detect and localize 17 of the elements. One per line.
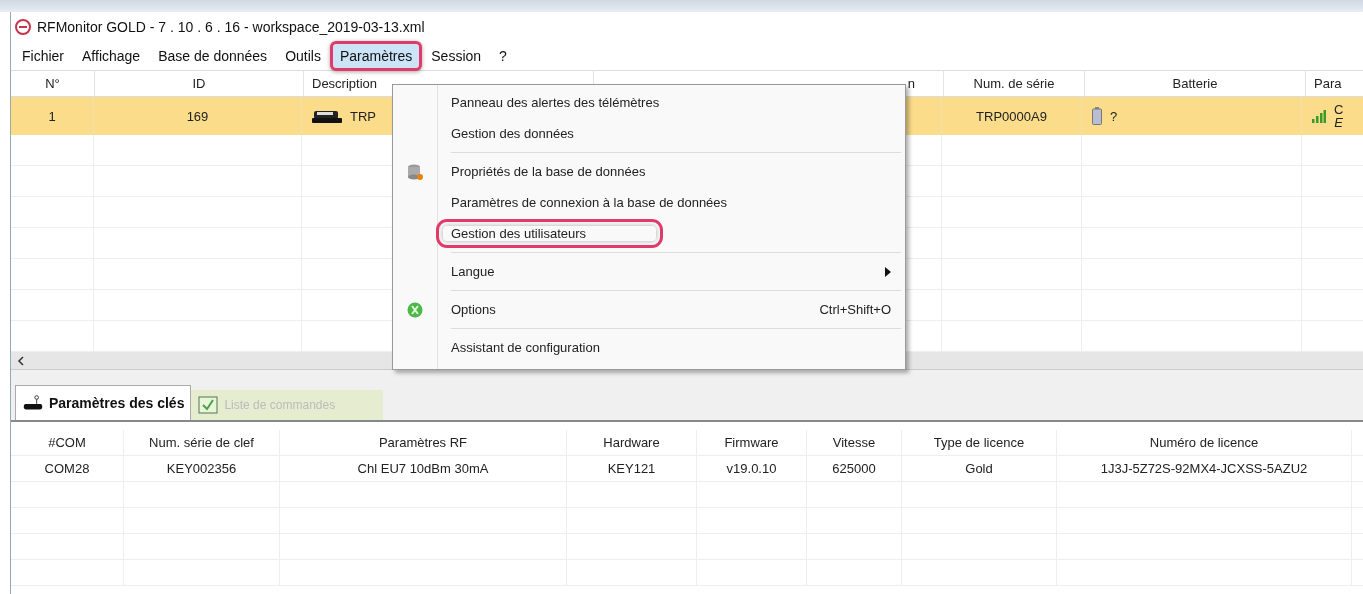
table-cell: E bbox=[1334, 116, 1344, 129]
table-cell: Gold bbox=[902, 456, 1057, 481]
table-cell: v19.0.10 bbox=[697, 456, 807, 481]
table-cell: 625000 bbox=[807, 456, 902, 481]
table-cell: TRP0000A9 bbox=[942, 97, 1082, 135]
window-title: RFMonitor GOLD - 7 . 10 . 6 . 16 - workspace_2019-03-13.xml bbox=[37, 19, 425, 35]
table-cell: ? bbox=[1110, 108, 1118, 124]
shortcut-label: Ctrl+Shift+O bbox=[819, 302, 891, 317]
table-cell: COM28 bbox=[11, 456, 124, 481]
table-cell: 1 bbox=[11, 97, 94, 135]
table-cell: TRP bbox=[350, 108, 376, 124]
table-cell: 169 bbox=[94, 97, 302, 135]
table-cell: C bbox=[1334, 103, 1344, 116]
table-cell: 1J3J-5Z72S-92MX4-JCXSS-5AZU2 bbox=[1057, 456, 1352, 481]
table-cell: KEY002356 bbox=[124, 456, 280, 481]
table-cell: Chl EU7 10dBm 30mA bbox=[280, 456, 567, 481]
table-cell: KEY121 bbox=[567, 456, 697, 481]
